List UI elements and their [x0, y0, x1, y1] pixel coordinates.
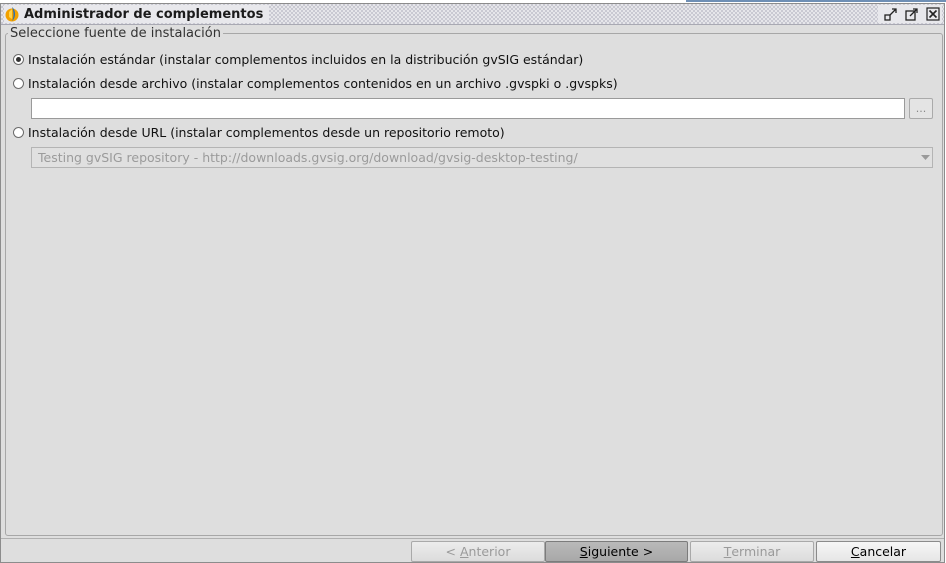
chevron-down-icon[interactable]: [918, 154, 932, 161]
addons-manager-window: Administrador de complementos Seleccione…: [0, 3, 945, 563]
previous-rest: nterior: [468, 544, 511, 559]
maximize-icon[interactable]: [903, 5, 921, 23]
window-title: Administrador de complementos: [24, 6, 264, 22]
group-legend: Seleccione fuente de instalación: [10, 26, 221, 41]
option-file[interactable]: Instalación desde archivo (instalar comp…: [13, 74, 618, 92]
next-rest: iguiente >: [587, 544, 654, 559]
radio-url[interactable]: [13, 126, 24, 138]
repository-url-select[interactable]: Testing gvSIG repository - http://downlo…: [31, 147, 933, 168]
cancel-rest: ancelar: [859, 544, 907, 559]
title-bar[interactable]: Administrador de complementos: [1, 4, 944, 25]
next-mnemonic: S: [579, 544, 588, 559]
previous-button[interactable]: < Anterior: [411, 541, 545, 562]
option-standard[interactable]: Instalación estándar (instalar complemen…: [13, 50, 583, 68]
option-url[interactable]: Instalación desde URL (instalar compleme…: [13, 123, 505, 141]
radio-standard[interactable]: [13, 53, 24, 65]
next-button[interactable]: Siguiente >: [545, 541, 688, 562]
previous-mnemonic: A: [459, 544, 469, 559]
finish-mnemonic: T: [723, 544, 732, 559]
radio-file[interactable]: [13, 77, 24, 89]
background-window-edge: [686, 0, 946, 2]
close-icon[interactable]: [924, 5, 942, 23]
window-controls: [878, 5, 942, 23]
cancel-mnemonic: C: [850, 544, 860, 559]
file-path-input[interactable]: [31, 98, 905, 119]
cancel-button[interactable]: Cancelar: [816, 541, 941, 562]
footer-separator: [1, 538, 944, 539]
repository-url-value: Testing gvSIG repository - http://downlo…: [38, 150, 578, 165]
finish-rest: erminar: [731, 544, 781, 559]
browse-button[interactable]: ...: [909, 98, 933, 119]
minimize-icon[interactable]: [882, 5, 900, 23]
option-url-label: Instalación desde URL (instalar compleme…: [28, 124, 505, 140]
gvsig-icon: [4, 6, 20, 22]
previous-prefix: <: [445, 544, 460, 559]
title-wrap: Administrador de complementos: [4, 5, 270, 23]
finish-button[interactable]: Terminar: [690, 541, 814, 562]
content-area: Seleccione fuente de instalación Instala…: [4, 26, 943, 536]
option-standard-label: Instalación estándar (instalar complemen…: [28, 51, 584, 67]
option-file-label: Instalación desde archivo (instalar comp…: [28, 75, 618, 91]
